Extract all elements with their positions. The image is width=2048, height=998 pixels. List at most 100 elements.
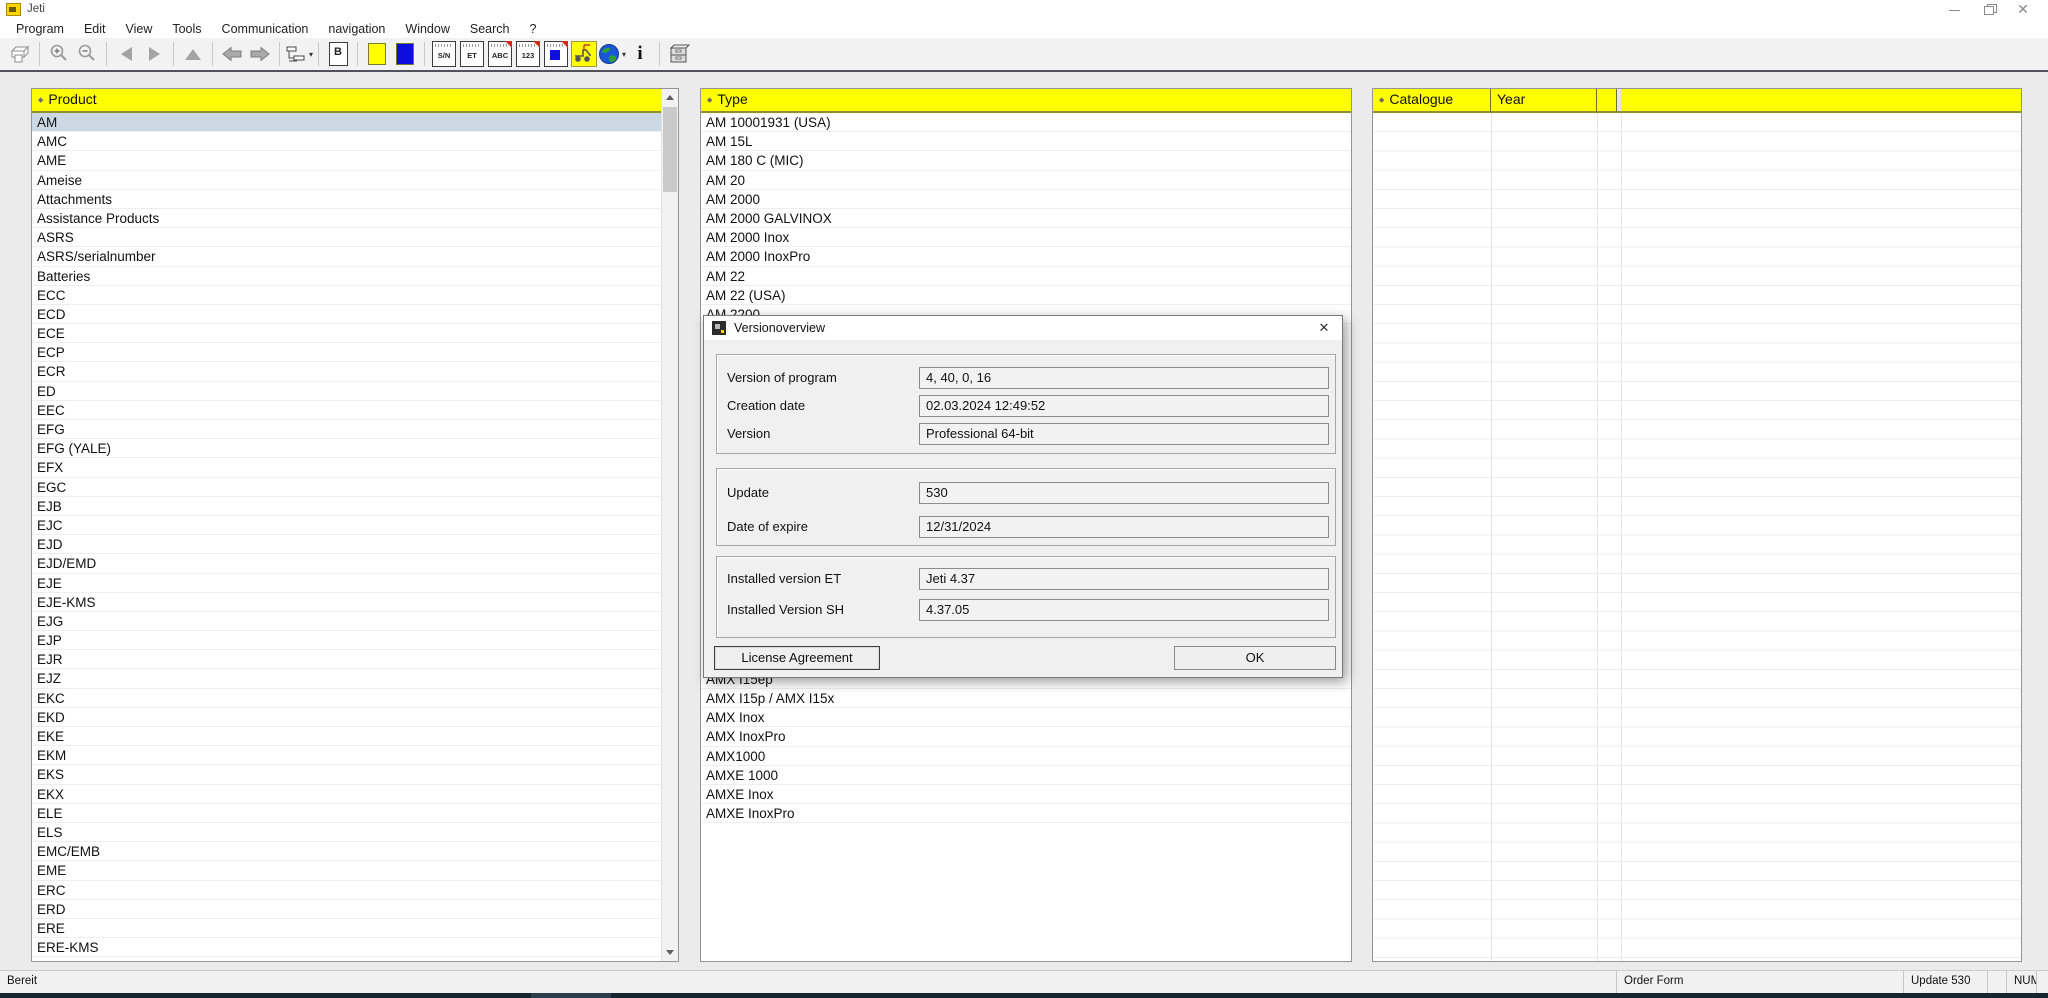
product-list-item[interactable]: EJP: [32, 631, 661, 650]
dialog-field-value-installed-version-et[interactable]: Jeti 4.37: [919, 568, 1329, 590]
forklift-catalogue-icon[interactable]: [570, 41, 598, 68]
dialog-field-value-version[interactable]: Professional 64-bit: [919, 423, 1329, 445]
product-list-item[interactable]: EJD: [32, 535, 661, 554]
type-list-item[interactable]: AM 2000: [701, 190, 1351, 209]
product-list-item[interactable]: EJE-KMS: [32, 593, 661, 612]
type-list-item[interactable]: AM 22: [701, 267, 1351, 286]
product-list-item[interactable]: EJC: [32, 516, 661, 535]
product-list-item[interactable]: ERE-KMS: [32, 938, 661, 957]
catalogue-column-header-year[interactable]: Year: [1491, 89, 1597, 113]
menu-item-edit[interactable]: Edit: [74, 20, 116, 38]
type-list-item[interactable]: AMX Inox: [701, 708, 1351, 727]
level-up-icon[interactable]: [179, 41, 207, 68]
product-list-item[interactable]: Assistance Products: [32, 209, 661, 228]
tree-view-icon[interactable]: ▾: [285, 41, 313, 68]
dialog-field-value-version-of-program[interactable]: 4, 40, 0, 16: [919, 367, 1329, 389]
type-list-item[interactable]: AMX InoxPro: [701, 727, 1351, 746]
info-icon[interactable]: i: [626, 41, 654, 68]
product-list-item[interactable]: EKE: [32, 727, 661, 746]
marked-document-icon[interactable]: [542, 41, 570, 68]
product-column-header[interactable]: ◆Product: [32, 89, 661, 113]
product-list-item[interactable]: ECE: [32, 324, 661, 343]
product-list-item[interactable]: EKM: [32, 746, 661, 765]
product-list-item[interactable]: ECR: [32, 362, 661, 381]
product-scrollbar[interactable]: [661, 89, 678, 961]
product-list-item[interactable]: Ameise: [32, 171, 661, 190]
zoom-in-icon[interactable]: [45, 41, 73, 68]
ok-button[interactable]: OK: [1174, 646, 1336, 670]
product-list-item[interactable]: ASRS: [32, 228, 661, 247]
product-list-item[interactable]: ED: [32, 382, 661, 401]
product-list-item[interactable]: EKS: [32, 765, 661, 784]
navigate-forward-icon[interactable]: [246, 41, 274, 68]
alphabetic-index-icon[interactable]: ABC: [486, 41, 514, 68]
dialog-close-icon[interactable]: ✕: [1310, 318, 1338, 338]
type-list-item[interactable]: AMXE InoxPro: [701, 804, 1351, 823]
product-list-item[interactable]: EJR: [32, 650, 661, 669]
product-list-item[interactable]: Attachments: [32, 190, 661, 209]
product-list-item[interactable]: ECP: [32, 343, 661, 362]
type-list-item[interactable]: AM 180 C (MIC): [701, 151, 1351, 170]
document-b-icon[interactable]: B: [324, 41, 352, 68]
menu-item-program[interactable]: Program: [6, 20, 74, 38]
product-list-item[interactable]: EKX: [32, 785, 661, 804]
product-list-item[interactable]: EGC: [32, 478, 661, 497]
dialog-field-value-date-of-expire[interactable]: 12/31/2024: [919, 516, 1329, 538]
numeric-index-icon[interactable]: 123: [514, 41, 542, 68]
type-list-item[interactable]: AM 10001931 (USA): [701, 113, 1351, 132]
dialog-field-value-installed-version-sh[interactable]: 4.37.05: [919, 599, 1329, 621]
type-list-item[interactable]: AMX1000: [701, 747, 1351, 766]
menu-item-window[interactable]: Window: [395, 20, 459, 38]
product-list-item[interactable]: EJD/EMD: [32, 554, 661, 573]
zoom-out-icon[interactable]: [73, 41, 101, 68]
type-list-item[interactable]: AM 2000 GALVINOX: [701, 209, 1351, 228]
type-list-item[interactable]: AMXE 1000: [701, 766, 1351, 785]
product-list-item[interactable]: ELE: [32, 804, 661, 823]
print-icon[interactable]: [6, 41, 34, 68]
language-globe-icon[interactable]: ▾: [598, 41, 626, 68]
product-list-item[interactable]: EJG: [32, 612, 661, 631]
menu-item-help[interactable]: ?: [519, 20, 546, 38]
product-list-item[interactable]: EMC/EMB: [32, 842, 661, 861]
type-list-item[interactable]: AM 15L: [701, 132, 1351, 151]
product-list-item[interactable]: EFX: [32, 458, 661, 477]
yellow-marker-icon[interactable]: [363, 41, 391, 68]
type-list-item[interactable]: AM 22 (USA): [701, 286, 1351, 305]
scroll-down-icon[interactable]: [662, 944, 678, 961]
catalogue-column-header-3[interactable]: [1621, 89, 2021, 113]
close-button[interactable]: ✕: [2006, 0, 2040, 20]
product-list-item[interactable]: ECC: [32, 286, 661, 305]
scrollbar-thumb[interactable]: [663, 107, 677, 192]
blue-marker-icon[interactable]: [391, 41, 419, 68]
taskbar-button[interactable]: [531, 993, 611, 998]
catalogue-column-header-catalogue[interactable]: ◆Catalogue: [1373, 89, 1491, 113]
menu-item-search[interactable]: Search: [460, 20, 520, 38]
product-list-item[interactable]: EKD: [32, 708, 661, 727]
product-list-item[interactable]: EME: [32, 861, 661, 880]
product-list-item[interactable]: ERE: [32, 919, 661, 938]
scroll-up-icon[interactable]: [662, 89, 678, 106]
restore-button[interactable]: [1972, 0, 2006, 20]
type-list-item[interactable]: AM 2000 InoxPro: [701, 247, 1351, 266]
previous-record-icon[interactable]: [112, 41, 140, 68]
type-list-item[interactable]: AMXE Inox: [701, 785, 1351, 804]
menu-item-tools[interactable]: Tools: [162, 20, 211, 38]
dialog-field-value-update[interactable]: 530: [919, 482, 1329, 504]
next-record-icon[interactable]: [140, 41, 168, 68]
menu-item-communication[interactable]: Communication: [212, 20, 319, 38]
product-list-item[interactable]: EFG (YALE): [32, 439, 661, 458]
product-list-item[interactable]: EJE: [32, 574, 661, 593]
product-list-item[interactable]: AME: [32, 151, 661, 170]
navigate-back-icon[interactable]: [218, 41, 246, 68]
serial-number-search-icon[interactable]: S/N: [430, 41, 458, 68]
menu-item-view[interactable]: View: [115, 20, 162, 38]
type-list-item[interactable]: AM 2000 Inox: [701, 228, 1351, 247]
type-column-header[interactable]: ◆Type: [701, 89, 1351, 113]
product-list-item[interactable]: ASRS/serialnumber: [32, 247, 661, 266]
type-list-item[interactable]: AM 20: [701, 171, 1351, 190]
product-list-item[interactable]: ERD: [32, 900, 661, 919]
spare-part-search-icon[interactable]: ET: [458, 41, 486, 68]
product-list-item[interactable]: EEC: [32, 401, 661, 420]
product-list-item[interactable]: ERC: [32, 881, 661, 900]
product-list-item[interactable]: EKC: [32, 689, 661, 708]
